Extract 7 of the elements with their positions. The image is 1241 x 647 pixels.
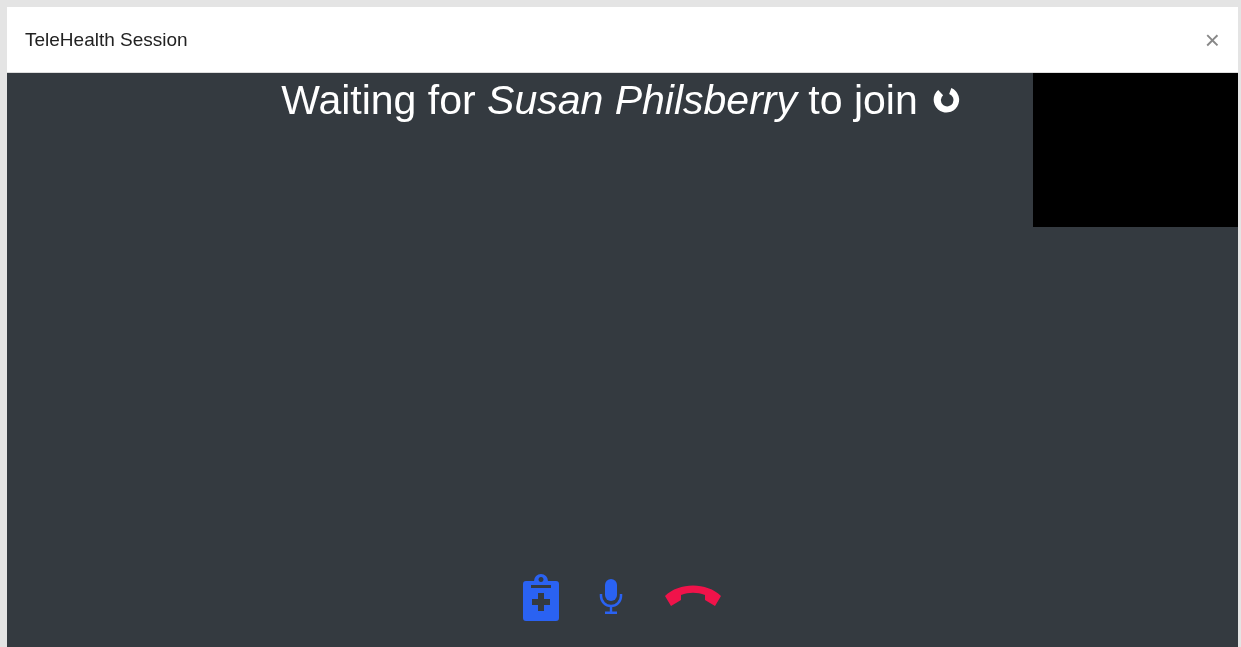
medical-clipboard-icon bbox=[522, 573, 559, 621]
clipboard-button[interactable] bbox=[522, 573, 559, 621]
microphone-icon bbox=[598, 579, 623, 615]
close-button[interactable]: × bbox=[1204, 26, 1220, 53]
window-title: TeleHealth Session bbox=[25, 28, 188, 51]
waiting-message: Waiting for Susan Philsberry to join bbox=[281, 76, 918, 125]
microphone-button[interactable] bbox=[598, 579, 623, 615]
